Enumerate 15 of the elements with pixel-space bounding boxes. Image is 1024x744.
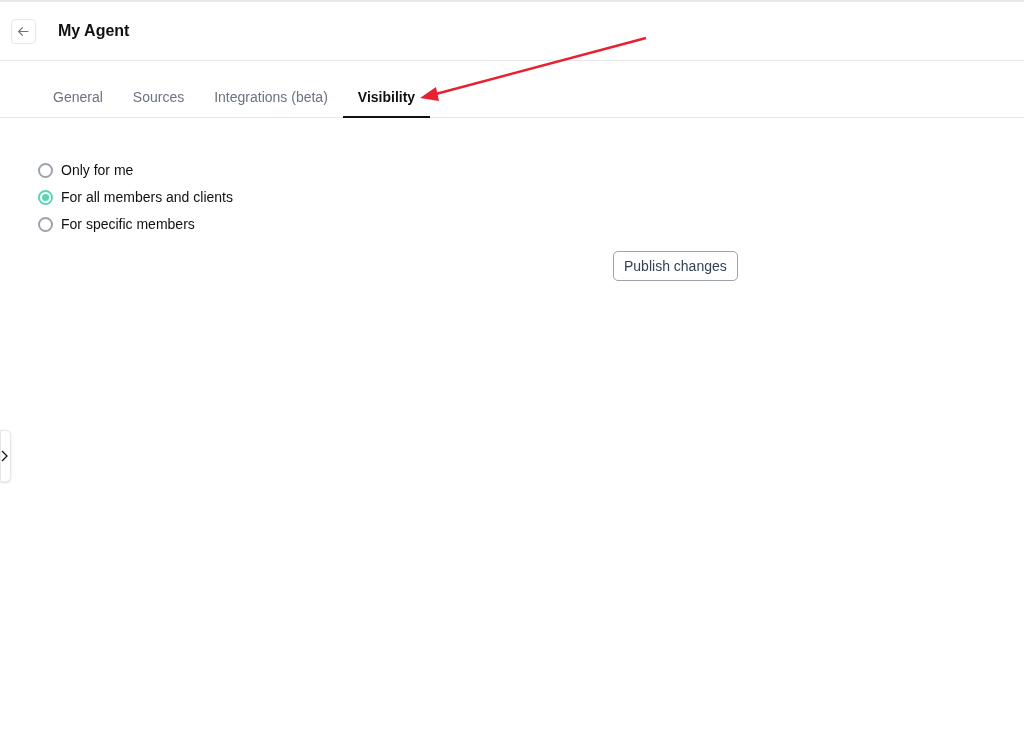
tab[interactable]: Sources	[117, 87, 200, 118]
tab[interactable]: General	[38, 87, 118, 118]
tab[interactable]: Integrations (beta)	[199, 87, 343, 118]
chevron-right-icon	[1, 450, 8, 462]
option-label: For specific members	[61, 215, 195, 234]
sidebar-toggle-handle[interactable]	[0, 430, 11, 482]
radio-button[interactable]	[38, 163, 53, 178]
back-arrow-icon	[17, 24, 30, 38]
publish-button[interactable]: Publish changes	[613, 251, 738, 281]
radio-button[interactable]	[38, 190, 53, 205]
back-button[interactable]	[11, 18, 36, 44]
page-title: My Agent	[58, 21, 130, 41]
option-label: Only for me	[61, 161, 134, 180]
radio-button[interactable]	[38, 217, 53, 232]
option-label: For all members and clients	[61, 188, 233, 207]
